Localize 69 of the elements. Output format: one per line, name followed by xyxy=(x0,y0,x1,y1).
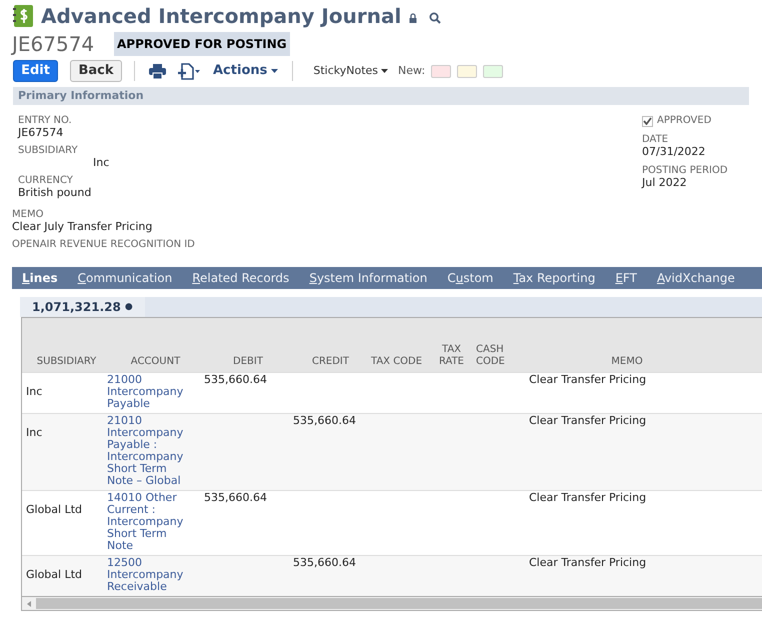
lock-icon xyxy=(409,13,418,23)
section-header: Primary Information xyxy=(13,87,749,105)
field-label: POSTING PERIOD xyxy=(642,165,729,177)
status-badge: APPROVED FOR POSTING xyxy=(114,32,290,56)
horizontal-scrollbar[interactable] xyxy=(22,596,762,610)
tab[interactable]: Custom xyxy=(447,272,494,284)
new-note-button[interactable] xyxy=(483,64,504,78)
column-header: DEBIT xyxy=(232,356,264,368)
sticky-notes-menu[interactable]: StickyNotes xyxy=(313,65,388,77)
table-cell-text: Inc xyxy=(26,384,44,400)
new-note-button[interactable] xyxy=(431,64,452,78)
field-value: Jul 2022 xyxy=(642,177,688,189)
account-link[interactable]: 12500 Intercompany Receivable xyxy=(107,557,195,593)
caret-icon xyxy=(381,69,388,73)
column-header: TAX RATE xyxy=(438,344,466,368)
account-link[interactable]: 14010 Other Current : Intercompany Short Term Note xyxy=(107,492,195,552)
field-label: SUBSIDIARY xyxy=(18,145,79,157)
field-value: 07/31/2022 xyxy=(642,146,706,158)
search-icon[interactable] xyxy=(429,12,442,24)
field-value: British pound xyxy=(18,187,92,199)
approved-checkbox[interactable] xyxy=(642,116,653,126)
field-value: JE67574 xyxy=(18,127,64,139)
add-page-icon[interactable] xyxy=(177,62,201,80)
field-value: Inc xyxy=(92,157,110,169)
record-id: JE67574 xyxy=(12,32,96,56)
field-value: Clear July Transfer Pricing xyxy=(12,221,154,233)
table-cell: 535,660.64 xyxy=(204,373,267,386)
column-header: ACCOUNT xyxy=(130,356,182,368)
field-label: MEMO xyxy=(12,209,44,221)
table-cell-text: Clear Transfer Pricing xyxy=(529,374,648,388)
field-label: CURRENCY xyxy=(18,175,74,187)
tab[interactable]: EFT xyxy=(615,272,637,284)
ledger-icon xyxy=(13,5,33,27)
field-label: ENTRY NO. xyxy=(18,115,73,127)
back-button[interactable]: Back xyxy=(70,60,122,82)
tab[interactable]: Communication xyxy=(78,272,172,284)
edit-button[interactable]: Edit xyxy=(13,60,58,82)
table-cell-text: Clear Transfer Pricing xyxy=(529,557,648,571)
account-link[interactable]: 21000 Intercompany Payable xyxy=(107,374,195,410)
caret-icon xyxy=(271,69,278,73)
print-icon[interactable] xyxy=(149,64,166,78)
column-header: MEMO xyxy=(610,356,644,368)
table-cell-text: Global Ltd xyxy=(26,567,84,583)
tab[interactable]: AvidXchange xyxy=(656,272,735,284)
table-cell: 535,660.64 xyxy=(204,491,267,504)
new-note-button[interactable] xyxy=(457,64,478,78)
tab[interactable]: Lines xyxy=(22,272,58,284)
table-cell: 535,660.64 xyxy=(293,556,356,569)
subtab[interactable]: 1,071,321.28 ● xyxy=(20,297,145,317)
approved-label: APPROVED xyxy=(657,115,712,127)
new-note-label: New: xyxy=(398,65,426,77)
account-link[interactable]: 21010 Intercompany Payable : Intercompany Short Term Note – Global xyxy=(107,415,195,487)
field-label: OPENAIR REVENUE RECOGNITION ID xyxy=(12,239,196,251)
actions-menu[interactable]: Actions xyxy=(213,65,278,77)
field-label: DATE xyxy=(642,134,670,146)
column-header: CREDIT xyxy=(310,356,350,368)
table-cell: 535,660.64 xyxy=(293,414,356,427)
table-cell-text: Global Ltd xyxy=(26,502,84,518)
tab[interactable]: Tax Reporting xyxy=(513,272,596,284)
column-header: TAX CODE xyxy=(370,356,424,368)
check-icon xyxy=(643,117,652,125)
tab[interactable]: Related Records xyxy=(192,272,290,284)
column-header: SUBSIDIARY xyxy=(36,356,98,368)
table-cell-text: Inc xyxy=(26,425,44,441)
table-cell-text: Clear Transfer Pricing xyxy=(529,492,648,506)
tab[interactable]: System Information xyxy=(309,272,428,284)
page-title: Advanced Intercompany Journal xyxy=(41,4,402,28)
column-header: CASH CODE xyxy=(475,344,506,368)
table-cell-text: Clear Transfer Pricing xyxy=(529,415,648,429)
